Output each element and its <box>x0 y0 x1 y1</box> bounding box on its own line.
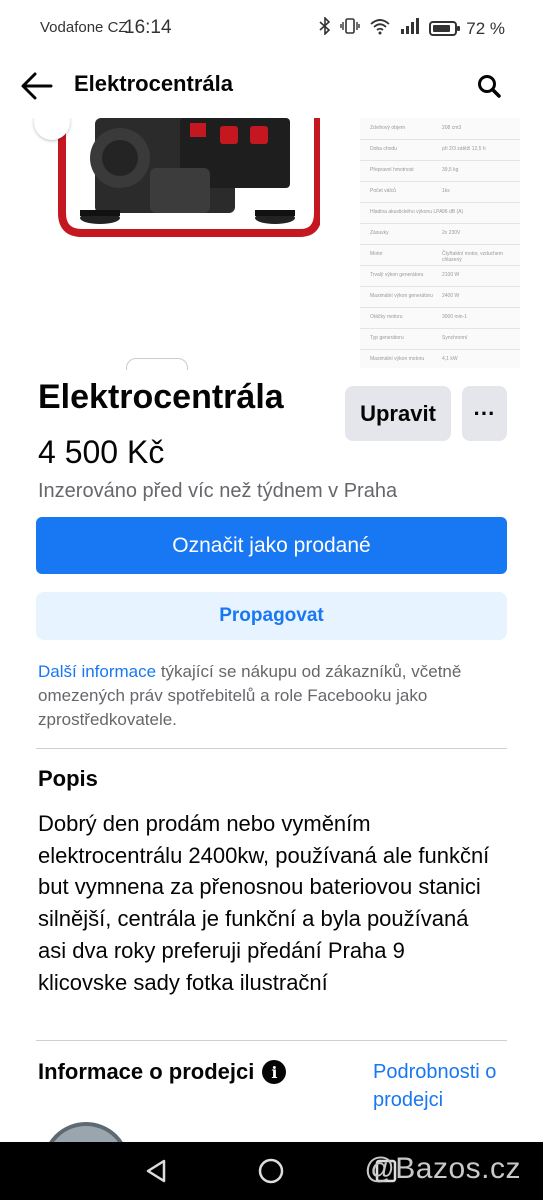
spec-row: Doba chodu při 2/3 zátěži 12,5 h <box>360 139 520 161</box>
image-carousel[interactable]: Zdvihový objem 208 cm3 Doba chodu při 2/3 z… <box>0 118 543 370</box>
spec-table-image: Zdvihový objem 208 cm3 Doba chodu při 2/3 z… <box>360 118 520 368</box>
edit-button[interactable]: Upravit <box>345 386 451 441</box>
spec-value: 4,1 kW <box>442 356 458 362</box>
spec-label: Přepravní hmotnost <box>370 167 414 173</box>
spec-value: 208 cm3 <box>442 125 462 131</box>
search-icon[interactable] <box>473 70 507 104</box>
more-info-link[interactable]: Další informace <box>38 662 156 681</box>
spec-row: Maximální výkon generátoru 2400 W <box>360 286 520 308</box>
spec-value: 2x 230V <box>442 230 461 236</box>
spec-row: Typ generátoru Synchronní <box>360 328 520 350</box>
info-icon[interactable]: i <box>262 1060 287 1084</box>
spec-label: Trvalý výkon generátoru <box>370 272 424 278</box>
divider <box>36 1040 507 1041</box>
seller-details-link[interactable]: Podrobnosti o prodejci <box>373 1058 513 1114</box>
status-time: 16:14 <box>124 17 172 38</box>
signal-icon <box>400 18 420 39</box>
spec-row: Přepravní hmotnost 39,5 kg <box>360 160 520 182</box>
spec-value: 1ks <box>442 188 450 194</box>
spec-label: Hladina akustického výkonu LPA <box>370 209 443 215</box>
seller-info-heading: Informace o prodejci i <box>38 1059 287 1085</box>
description-body: Dobrý den prodám nebo vyměním elektrocen… <box>38 811 490 995</box>
spec-value: 3000 min-1 <box>442 314 468 320</box>
spec-label: Zásuvky <box>370 230 389 236</box>
spec-label: Doba chodu <box>370 146 397 152</box>
battery-level: 72 % <box>466 18 505 38</box>
listing-title: Elektrocentrála <box>38 378 284 416</box>
spec-row: Zdvihový objem 208 cm3 <box>360 118 520 140</box>
spec-row: Hladina akustického výkonu LPA 96 dB (A) <box>360 202 520 224</box>
vibrate-icon <box>340 17 360 40</box>
home-nav-icon[interactable] <box>257 1157 285 1185</box>
back-arrow-icon[interactable] <box>18 67 56 105</box>
spec-label: Otáčky motoru <box>370 314 403 320</box>
system-nav-bar: @Bazos.cz <box>0 1142 543 1200</box>
spec-value: 39,5 kg <box>442 167 459 173</box>
spec-row: Zásuvky 2x 230V <box>360 223 520 245</box>
listing-price: 4 500 Kč <box>38 434 165 470</box>
header-title: Elektrocentrála <box>74 71 233 96</box>
more-options-button[interactable]: ··· <box>462 386 507 441</box>
watermark: @Bazos.cz <box>364 1152 521 1185</box>
spec-label: Maximální výkon generátoru <box>370 293 433 299</box>
spec-row: Motor Čtyřtaktní motor, vzduchem chlazený <box>360 244 520 266</box>
spec-label: Maximální výkon motoru <box>370 356 425 362</box>
spec-value: 96 dB (A) <box>442 209 464 215</box>
listing-posted-info: Inzerováno před víc než týdnem v Praha <box>38 480 398 502</box>
spec-row: Počet válců 1ks <box>360 181 520 203</box>
spec-value: při 2/3 zátěži 12,5 h <box>442 146 486 152</box>
seller-heading-text: Informace o prodejci <box>38 1059 255 1084</box>
description-heading: Popis <box>38 766 98 791</box>
promote-button[interactable]: Propagovat <box>36 592 507 640</box>
battery-icon <box>429 21 461 36</box>
back-nav-icon[interactable] <box>142 1157 170 1185</box>
spec-label: Typ generátoru <box>370 335 404 341</box>
bluetooth-icon <box>319 16 331 40</box>
generator-photo <box>40 118 320 358</box>
spec-row: Otáčky motoru 3000 min-1 <box>360 307 520 329</box>
carrier-name: Vodafone CZ <box>40 19 128 36</box>
spec-label: Zdvihový objem <box>370 125 406 131</box>
mark-as-sold-button[interactable]: Označit jako prodané <box>36 517 507 574</box>
status-icons: 72 % <box>319 16 505 40</box>
spec-row: Trvalý výkon generátoru 2100 W <box>360 265 520 287</box>
divider <box>36 748 507 749</box>
status-bar: Vodafone CZ 16:14 72 % <box>0 0 543 58</box>
app-header: Elektrocentrála <box>0 58 543 118</box>
spec-value: 2400 W <box>442 293 460 299</box>
wifi-icon <box>369 17 391 40</box>
spec-label: Motor <box>370 251 383 257</box>
spec-label: Počet válců <box>370 188 396 194</box>
carousel-indicator <box>126 358 188 370</box>
spec-row: Maximální výkon motoru 4,1 kW <box>360 349 520 370</box>
spec-value: Synchronní <box>442 335 468 341</box>
spec-value: Čtyřtaktní motor, vzduchem chlazený <box>442 251 503 263</box>
purchase-info-text: Další informace týkající se nákupu od zá… <box>38 660 508 732</box>
spec-value: 2100 W <box>442 272 460 278</box>
